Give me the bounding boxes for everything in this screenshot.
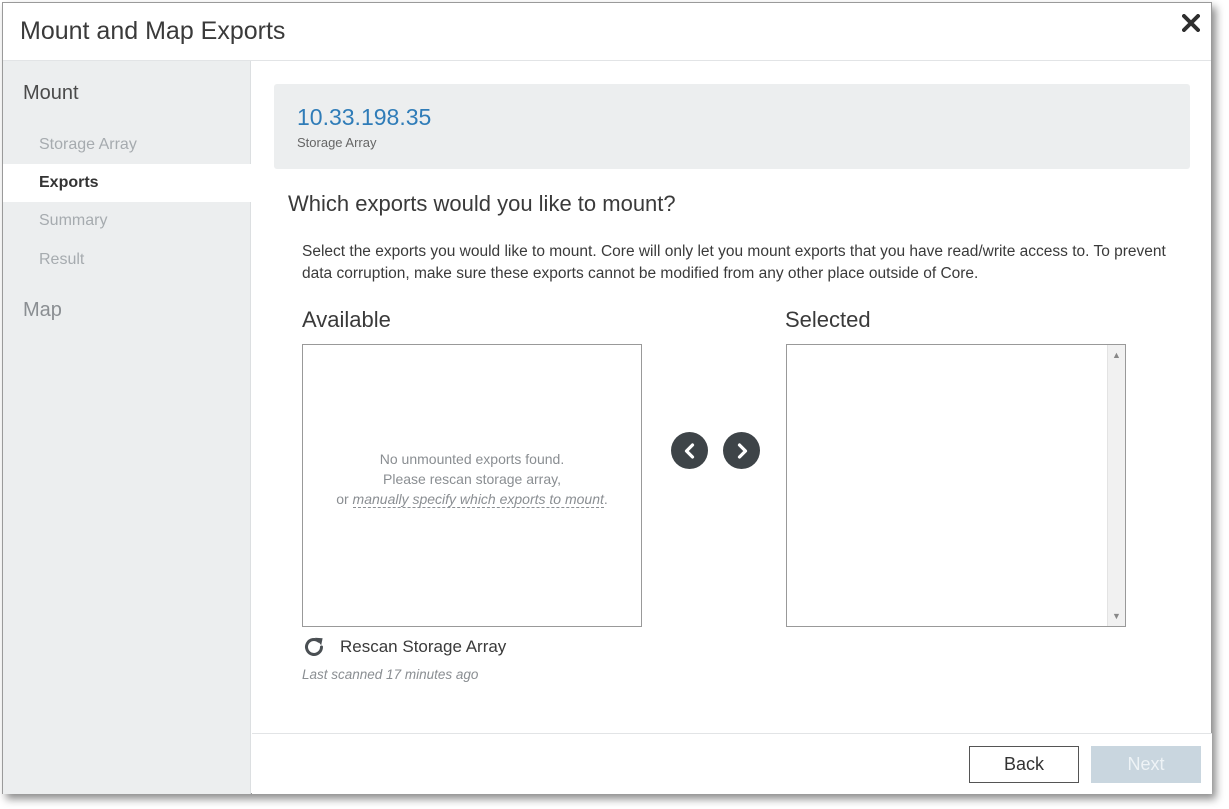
storage-array-ip: 10.33.198.35 <box>297 104 432 130</box>
sidebar-item-result: Result <box>39 251 85 268</box>
exports-description: Select the exports you would like to mou… <box>302 243 1166 282</box>
dialog-header: Mount and Map Exports <box>3 3 1211 61</box>
empty-line-3: or manually specify which exports to mou… <box>303 489 641 509</box>
available-label: Available <box>302 307 391 332</box>
sidebar-section-mount: Mount <box>23 82 79 104</box>
storage-array-type: Storage Array <box>297 135 377 150</box>
sidebar-item-storage-array[interactable]: Storage Array <box>3 126 251 164</box>
refresh-icon <box>305 637 323 656</box>
exports-question: Which exports would you like to mount? <box>288 191 676 216</box>
empty-line-1: No unmounted exports found. <box>379 451 565 467</box>
scroll-down-arrow-icon[interactable]: ▼ <box>1108 608 1125 624</box>
storage-array-card: 10.33.198.35 Storage Array <box>274 84 1190 169</box>
rescan-storage-array-button[interactable]: Rescan Storage Array <box>302 634 506 660</box>
chevron-left-icon <box>684 442 694 459</box>
rescan-label: Rescan Storage Array <box>340 637 507 656</box>
sidebar-section-map: Map <box>23 299 62 321</box>
back-button[interactable]: Back <box>969 746 1079 783</box>
next-button[interactable]: Next <box>1091 746 1201 783</box>
empty-message: No unmounted exports found. Please resca… <box>303 449 641 509</box>
chevron-right-icon <box>737 442 747 459</box>
wizard-sidebar: Mount Storage Array Exports Summary Resu… <box>3 61 251 794</box>
available-exports-list[interactable]: No unmounted exports found. Please resca… <box>302 344 642 627</box>
move-right-button[interactable] <box>723 432 760 469</box>
last-scanned-text: Last scanned 17 minutes ago <box>302 667 479 682</box>
manual-specify-link[interactable]: manually specify which exports to mount <box>352 491 604 508</box>
selected-list-scrollbar[interactable]: ▲ ▼ <box>1107 345 1125 626</box>
dialog-title: Mount and Map Exports <box>20 17 286 45</box>
empty-prefix: or <box>336 491 353 507</box>
empty-suffix: . <box>603 491 608 507</box>
move-left-button[interactable] <box>671 432 708 469</box>
selected-exports-list[interactable]: ▲ ▼ <box>786 344 1126 627</box>
sidebar-item-exports[interactable]: Exports <box>3 164 251 202</box>
wizard-main: 10.33.198.35 Storage Array Which exports… <box>252 61 1212 794</box>
mount-map-dialog: Mount and Map Exports Mount Storage Arra… <box>2 2 1212 794</box>
scroll-up-arrow-icon[interactable]: ▲ <box>1108 347 1125 363</box>
empty-line-2: Please rescan storage array, <box>383 471 561 487</box>
sidebar-item-summary: Summary <box>39 212 108 229</box>
selected-label: Selected <box>785 307 871 332</box>
close-icon[interactable] <box>1179 11 1203 35</box>
dialog-footer: Back Next <box>252 733 1212 794</box>
